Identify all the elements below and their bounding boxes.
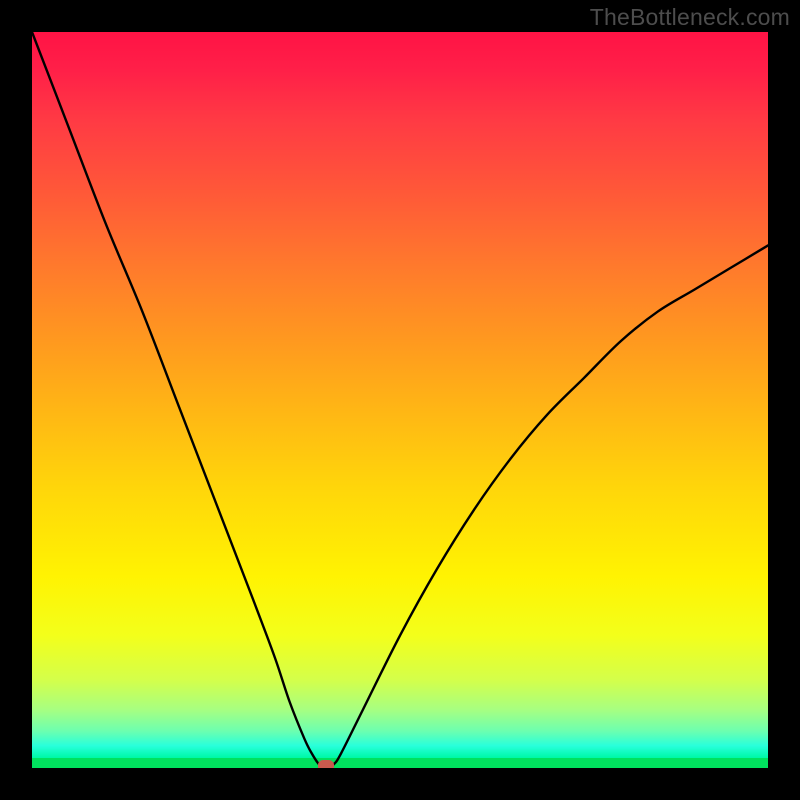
- current-position-marker: [318, 760, 334, 768]
- bottleneck-curve: [32, 32, 768, 768]
- plot-area: [32, 32, 768, 768]
- chart-frame: TheBottleneck.com: [0, 0, 800, 800]
- watermark-label: TheBottleneck.com: [590, 4, 790, 31]
